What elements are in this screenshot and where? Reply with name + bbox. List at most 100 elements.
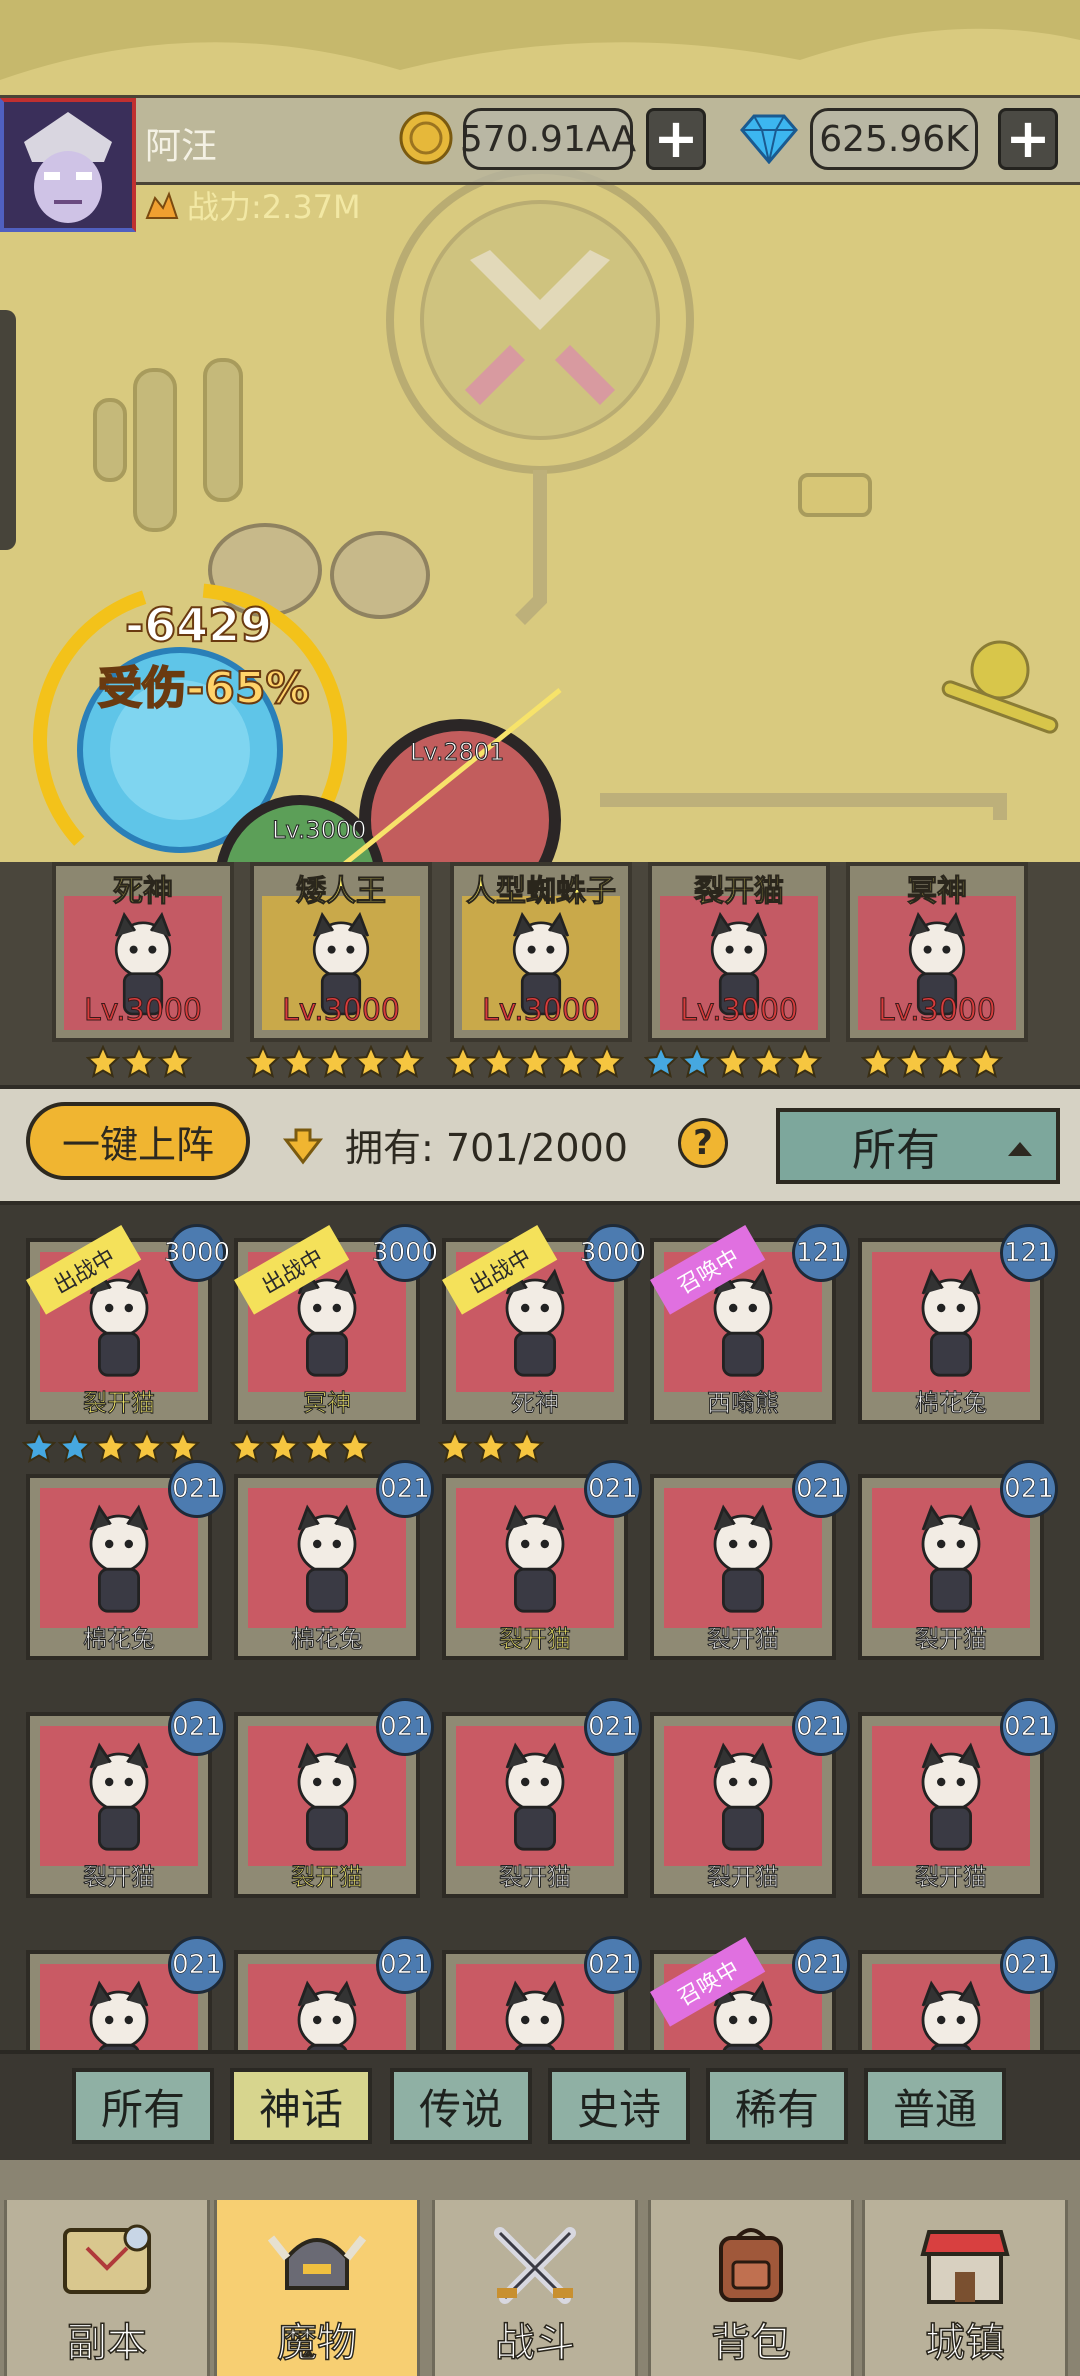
star-icon xyxy=(390,1045,424,1079)
star-icon xyxy=(318,1045,352,1079)
star-icon xyxy=(266,1430,300,1464)
star-icon xyxy=(897,1045,931,1079)
rarity-tab[interactable]: 稀有 xyxy=(706,2068,848,2144)
backpack-icon xyxy=(719,2228,783,2302)
monster-card[interactable]: 021 裂开猫 xyxy=(650,1460,850,1660)
star-icon xyxy=(933,1045,967,1079)
level-badge: 021 xyxy=(168,1698,226,1756)
formation-slot[interactable]: 人型蜘蛛子 Lv.3000 xyxy=(450,862,632,1042)
nav-map[interactable]: 副本 xyxy=(4,2200,210,2376)
monster-card[interactable]: 021 裂开猫 xyxy=(650,1698,850,1898)
formation-name: 矮人王 xyxy=(296,874,387,910)
monster-card[interactable]: 021 裂开猫 xyxy=(858,1698,1058,1898)
formation-name: 死神 xyxy=(113,874,174,910)
nav-town-shop[interactable]: 城镇 xyxy=(862,2200,1068,2376)
star-icon xyxy=(438,1430,472,1464)
auto-deploy-button[interactable]: 一键上阵 xyxy=(26,1102,250,1180)
monster-card[interactable]: 召唤中 121 西嗡熊 xyxy=(650,1224,850,1424)
star-icon xyxy=(58,1430,92,1464)
owned-value: 701/2000 xyxy=(445,1126,628,1170)
monster-portrait xyxy=(664,1488,822,1628)
monster-portrait-icon xyxy=(921,1742,981,1851)
formation-slot[interactable]: 冥神 Lv.3000 xyxy=(846,862,1028,1042)
nav-monster-helmet[interactable]: 魔物 xyxy=(214,2200,420,2376)
monster-name: 冥神 xyxy=(303,1389,352,1418)
owned-label: 拥有: xyxy=(345,1126,434,1170)
monster-card[interactable]: 021 裂开猫 xyxy=(26,1698,226,1898)
star-icon xyxy=(788,1045,822,1079)
monster-portrait xyxy=(872,1726,1030,1866)
level-badge: 021 xyxy=(792,1460,850,1518)
monster-card[interactable]: 021 裂开猫 xyxy=(858,1460,1058,1660)
avatar-portrait-icon xyxy=(4,102,132,228)
gold-amount: 570.91AA xyxy=(460,108,636,170)
star-icon xyxy=(474,1430,508,1464)
formation-level: Lv.3000 xyxy=(281,993,401,1029)
formation-stars xyxy=(446,1045,624,1079)
formation-stars xyxy=(644,1045,822,1079)
monster-card[interactable]: 021 裂开猫 xyxy=(234,1698,434,1898)
monster-portrait-icon xyxy=(89,1742,149,1851)
monster-portrait-icon xyxy=(297,1742,357,1851)
add-gems-button[interactable]: + xyxy=(998,108,1058,170)
star-icon xyxy=(518,1045,552,1079)
crossed-swords-icon xyxy=(494,2227,576,2304)
monster-name: 裂开猫 xyxy=(83,1389,156,1418)
ally-level-label: Lv.3000 xyxy=(271,816,367,845)
monster-name: 裂开猫 xyxy=(707,1863,780,1892)
star-icon xyxy=(22,1430,56,1464)
player-avatar[interactable] xyxy=(0,98,136,232)
level-badge: 021 xyxy=(1000,1936,1058,1994)
star-icon xyxy=(338,1430,372,1464)
level-badge: 3000 xyxy=(372,1224,438,1282)
monster-portrait xyxy=(872,1488,1030,1628)
monster-card[interactable]: 021 棉花兔 xyxy=(234,1460,434,1660)
monster-card[interactable]: 021 棉花兔 xyxy=(26,1460,226,1660)
side-drawer-handle[interactable] xyxy=(0,310,16,550)
star-icon xyxy=(482,1045,516,1079)
monster-card[interactable]: 021 裂开猫 xyxy=(442,1698,642,1898)
power-icon xyxy=(145,191,179,219)
star-icon xyxy=(354,1045,388,1079)
player-name: 阿汪 xyxy=(145,126,218,167)
monster-card[interactable]: 021 裂开猫 xyxy=(442,1460,642,1660)
nav-backpack[interactable]: 背包 xyxy=(648,2200,854,2376)
level-badge: 021 xyxy=(584,1936,642,1994)
add-gold-button[interactable]: + xyxy=(646,108,706,170)
monster-card[interactable]: 出战中 3000 冥神 xyxy=(234,1224,438,1424)
monster-portrait-icon xyxy=(505,1504,565,1613)
star-icon xyxy=(861,1045,895,1079)
filter-dropdown[interactable]: 所有 xyxy=(776,1108,1060,1184)
monster-name: 裂开猫 xyxy=(83,1863,156,1892)
rarity-tab[interactable]: 神话 xyxy=(230,2068,372,2144)
rarity-tab[interactable]: 史诗 xyxy=(548,2068,690,2144)
monster-card[interactable]: 121 棉花兔 xyxy=(858,1224,1058,1424)
monster-name: 裂开猫 xyxy=(915,1863,988,1892)
rarity-tab[interactable]: 所有 xyxy=(72,2068,214,2144)
monster-portrait-icon xyxy=(713,1504,773,1613)
monster-portrait-icon xyxy=(713,1742,773,1851)
monster-name: 西嗡熊 xyxy=(707,1389,780,1418)
rarity-tab[interactable]: 传说 xyxy=(390,2068,532,2144)
monster-portrait xyxy=(248,1726,406,1866)
monster-helmet-icon xyxy=(267,2235,367,2290)
level-badge: 021 xyxy=(792,1698,850,1756)
caret-up-icon xyxy=(1008,1142,1032,1156)
formation-slot[interactable]: 裂开猫 Lv.3000 xyxy=(648,862,830,1042)
star-icon xyxy=(230,1430,264,1464)
star-icon xyxy=(969,1045,1003,1079)
nav-label: 背包 xyxy=(710,2319,792,2367)
monster-card[interactable]: 出战中 3000 死神 xyxy=(442,1224,646,1424)
star-icon xyxy=(590,1045,624,1079)
star-icon xyxy=(554,1045,588,1079)
monster-name: 死神 xyxy=(511,1389,560,1418)
rarity-tab[interactable]: 普通 xyxy=(864,2068,1006,2144)
nav-crossed-swords[interactable]: 战斗 xyxy=(432,2200,638,2376)
formation-slot[interactable]: 死神 Lv.3000 xyxy=(52,862,234,1042)
help-button[interactable]: ? xyxy=(678,1118,728,1168)
monster-name: 裂开猫 xyxy=(915,1625,988,1654)
star-icon xyxy=(86,1045,120,1079)
monster-card[interactable]: 出战中 3000 裂开猫 xyxy=(26,1224,230,1424)
formation-slot[interactable]: 矮人王 Lv.3000 xyxy=(250,862,432,1042)
nav-label: 城镇 xyxy=(924,2319,1006,2367)
